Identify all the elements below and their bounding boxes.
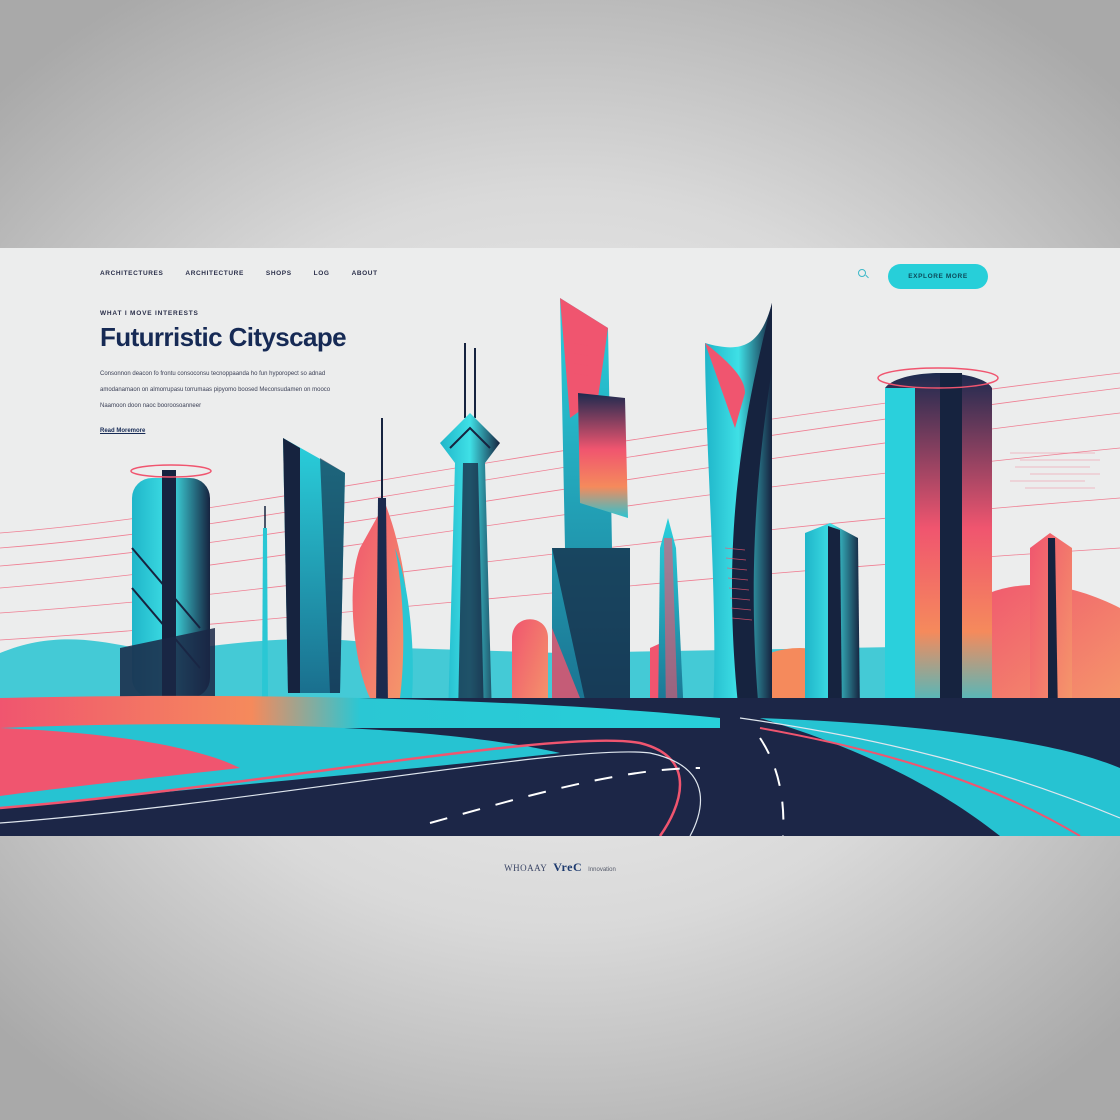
tower-8: [877, 367, 999, 718]
description-line: amodanamaon on almorrupasu torrumaas pip…: [100, 387, 331, 393]
description-line: Consonnon deacon fo frontu consoconsu te…: [100, 371, 326, 377]
footer-brand: WHOAAY VreC Innovation: [0, 860, 1120, 875]
tower-2: [283, 438, 345, 693]
read-more-link[interactable]: Read Moremore: [100, 428, 145, 434]
search-icon[interactable]: [858, 269, 866, 277]
nav-item-architecture[interactable]: Architecture: [185, 270, 243, 282]
explore-more-button[interactable]: Explore More: [888, 264, 988, 289]
nav-item-architectures[interactable]: Architectures: [100, 270, 163, 282]
tower-5: [552, 298, 630, 723]
web-page-mockup: Architectures Architecture Shops Log Abo…: [0, 248, 1120, 836]
tower-7: [805, 523, 860, 718]
hero-description: Consonnon deacon fo frontu consoconsu te…: [100, 369, 405, 417]
brand-name: VreC: [553, 860, 583, 874]
nav-item-log[interactable]: Log: [314, 270, 330, 282]
description-line: Naamoon doon naoc booroosoanneer: [100, 403, 202, 409]
nav-item-about[interactable]: About: [352, 270, 378, 282]
page-title: Futurristic Cityscape: [100, 322, 347, 352]
top-navigation: Architectures Architecture Shops Log Abo…: [100, 270, 378, 282]
brand-tagline: Innovation: [588, 867, 616, 873]
hero-eyebrow: What I Move Interests: [100, 310, 199, 317]
tower-3: [352, 418, 413, 708]
brand-prefix: WHOAAY: [504, 863, 548, 873]
tower-1: [120, 464, 215, 700]
tower-6: [705, 303, 772, 723]
nav-item-shops[interactable]: Shops: [266, 270, 292, 282]
